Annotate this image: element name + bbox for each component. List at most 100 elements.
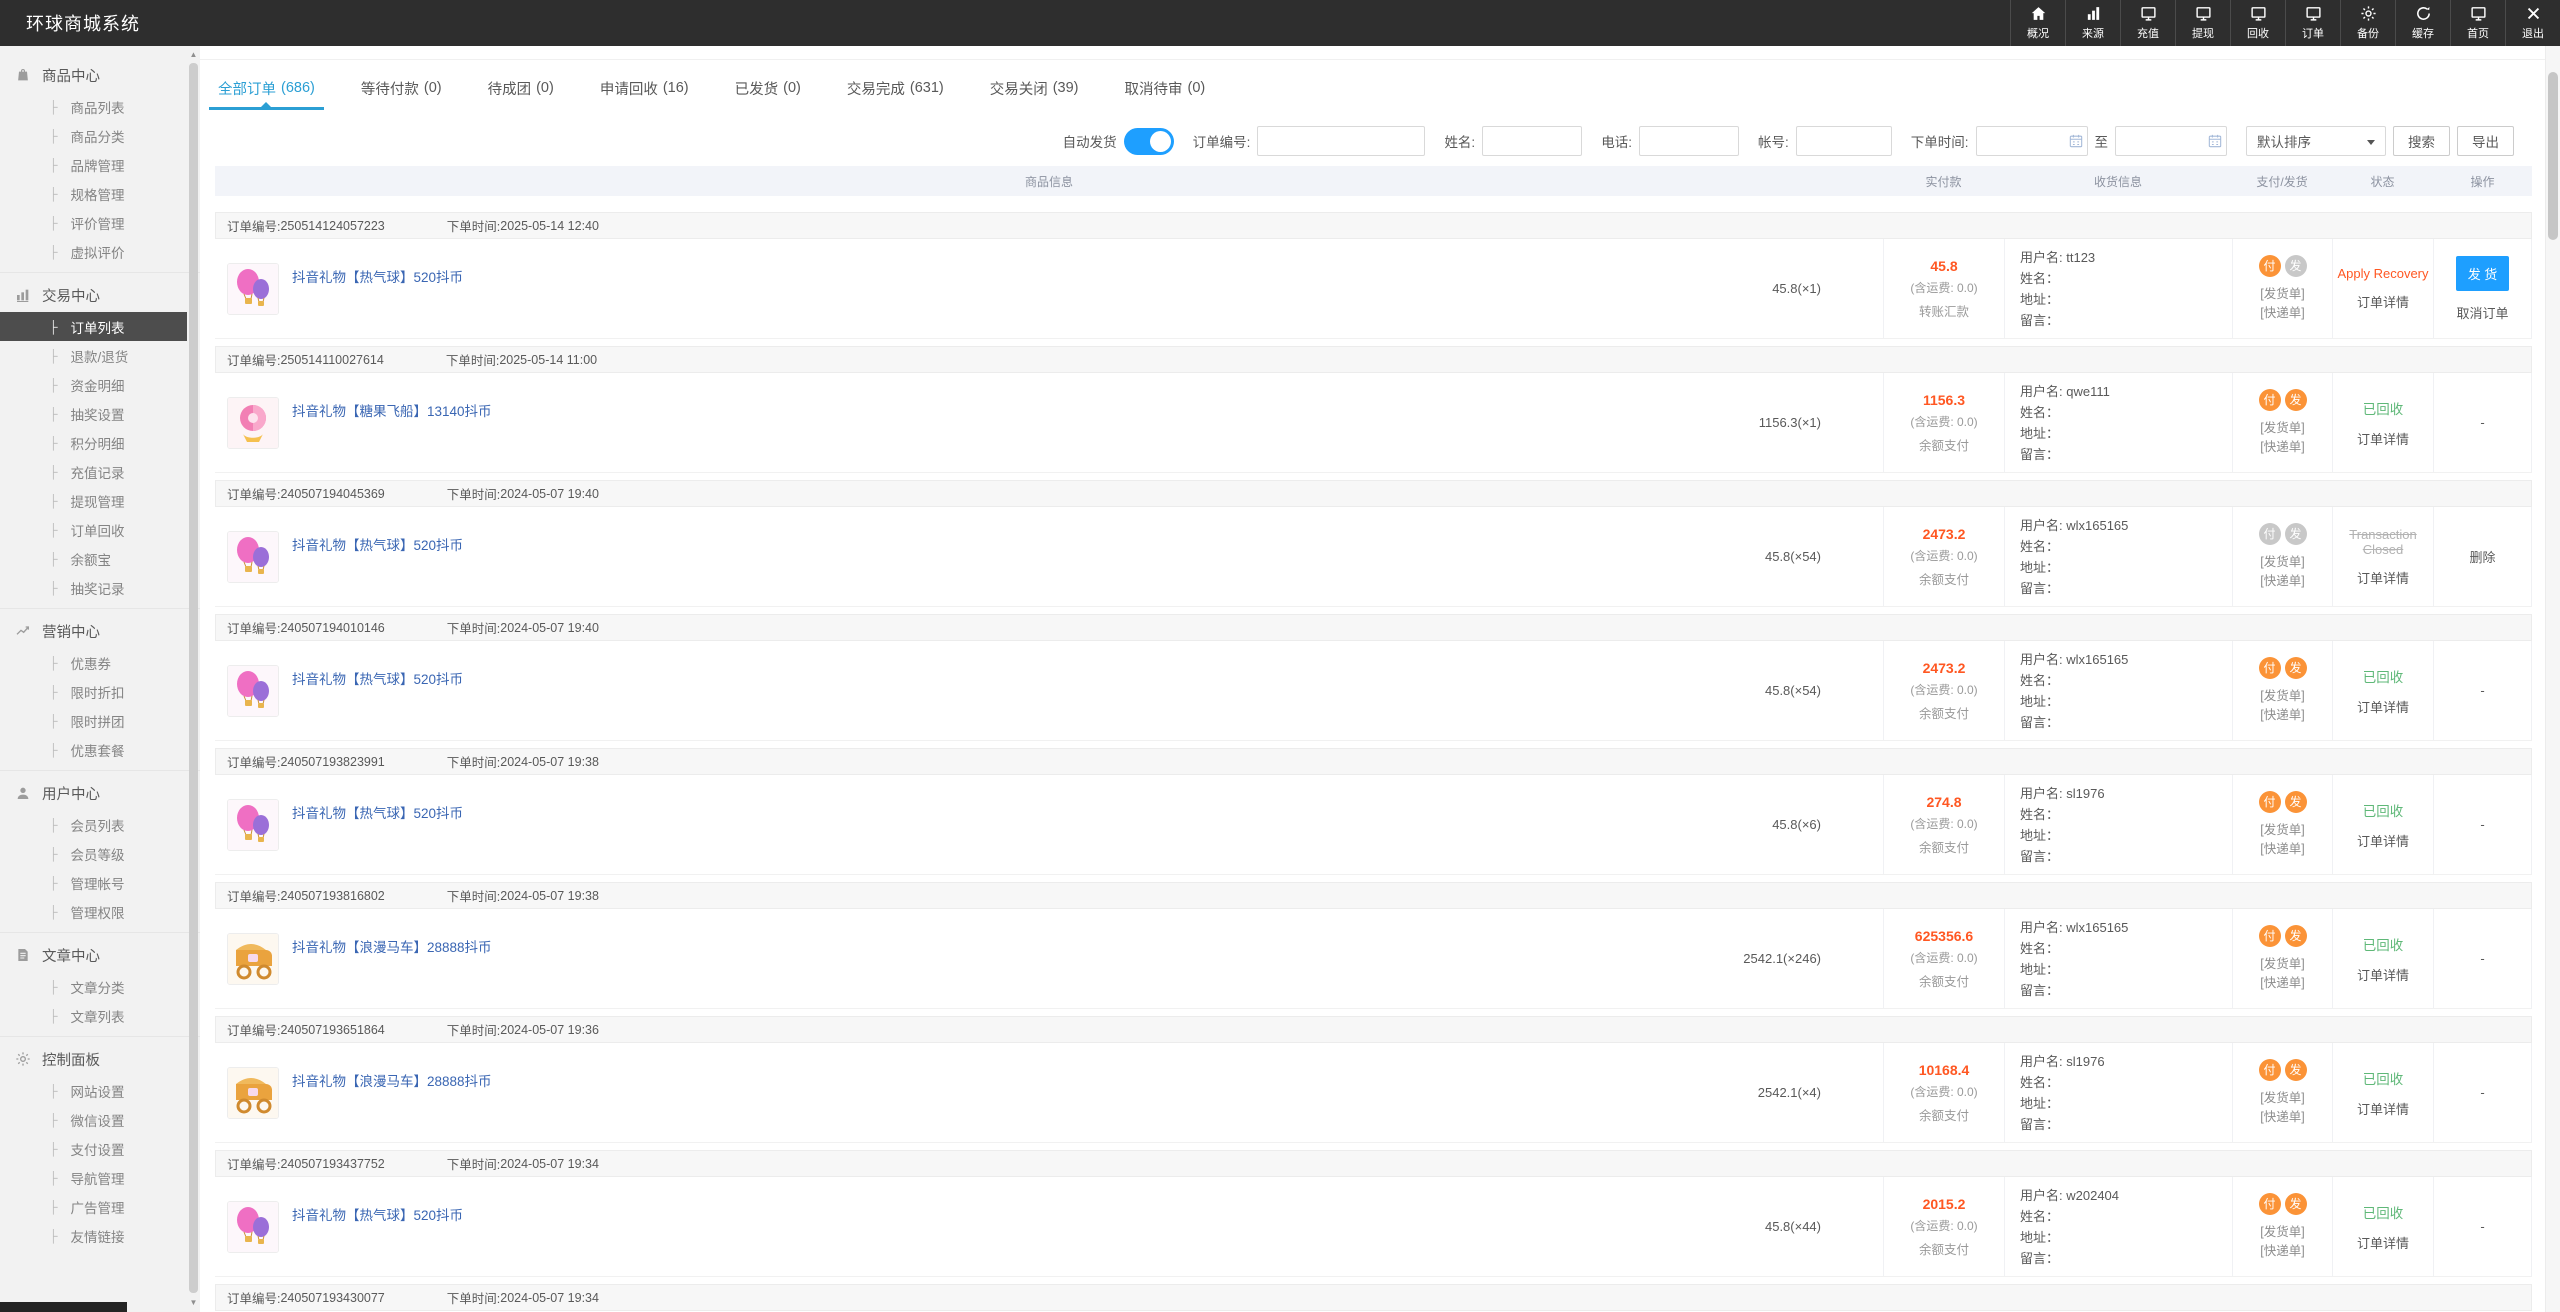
product-image[interactable] — [227, 1067, 279, 1119]
sidebar-scrollbar[interactable]: ▲ ▼ — [187, 46, 200, 1312]
product-image[interactable] — [227, 665, 279, 717]
account-input[interactable] — [1796, 126, 1892, 156]
sidebar-item[interactable]: 导航管理 — [0, 1163, 187, 1192]
express-doc-link[interactable]: [快递单] — [2260, 840, 2304, 859]
product-image[interactable] — [227, 933, 279, 985]
topbar-item[interactable]: 首页 — [2450, 0, 2505, 46]
order-detail-link[interactable]: 订单详情 — [2357, 965, 2409, 984]
order-detail-link[interactable]: 订单详情 — [2357, 1099, 2409, 1118]
sidebar-item[interactable]: 优惠券 — [0, 648, 187, 677]
sidebar-item[interactable]: 积分明细 — [0, 428, 187, 457]
order-tab[interactable]: 全部订单 (686) — [218, 60, 315, 116]
topbar-item[interactable]: 充值 — [2120, 0, 2175, 46]
order-detail-link[interactable]: 订单详情 — [2357, 568, 2409, 587]
sidebar-section-header[interactable]: 控制面板 — [0, 1042, 200, 1076]
sidebar-scroll-thumb[interactable] — [189, 63, 198, 1293]
product-name-link[interactable]: 抖音礼物【热气球】520抖币 — [292, 1204, 463, 1224]
product-image[interactable] — [227, 1201, 279, 1253]
product-name-link[interactable]: 抖音礼物【热气球】520抖币 — [292, 802, 463, 822]
product-image[interactable] — [227, 799, 279, 851]
date-from-input[interactable] — [1976, 126, 2088, 156]
shipping-doc-link[interactable]: [发货单] — [2260, 1223, 2304, 1242]
topbar-item[interactable]: 退出 — [2505, 0, 2560, 46]
sidebar-item[interactable]: 文章列表 — [0, 1001, 187, 1030]
product-name-link[interactable]: 抖音礼物【浪漫马车】28888抖币 — [292, 936, 492, 956]
sidebar-item[interactable]: 限时拼团 — [0, 706, 187, 735]
sidebar-item[interactable]: 订单回收 — [0, 515, 187, 544]
order-no-input[interactable] — [1257, 126, 1425, 156]
sidebar-item[interactable]: 虚拟评价 — [0, 237, 187, 266]
express-doc-link[interactable]: [快递单] — [2260, 974, 2304, 993]
shipping-doc-link[interactable]: [发货单] — [2260, 419, 2304, 438]
sidebar-item[interactable]: 限时折扣 — [0, 677, 187, 706]
sidebar-item[interactable]: 评价管理 — [0, 208, 187, 237]
order-detail-link[interactable]: 订单详情 — [2357, 429, 2409, 448]
date-to-input[interactable] — [2115, 126, 2227, 156]
sidebar-item[interactable]: 商品分类 — [0, 121, 187, 150]
product-name-link[interactable]: 抖音礼物【热气球】520抖币 — [292, 266, 463, 286]
shipping-doc-link[interactable]: [发货单] — [2260, 1089, 2304, 1108]
order-tab[interactable]: 取消待审 (0) — [1125, 60, 1206, 116]
name-input[interactable] — [1482, 126, 1582, 156]
order-tab[interactable]: 等待付款 (0) — [361, 60, 442, 116]
express-doc-link[interactable]: [快递单] — [2260, 304, 2304, 323]
express-doc-link[interactable]: [快递单] — [2260, 572, 2304, 591]
sort-select[interactable]: 默认排序 — [2246, 126, 2386, 156]
delete-link[interactable]: 删除 — [2469, 547, 2495, 566]
topbar-item[interactable]: 概况 — [2010, 0, 2065, 46]
express-doc-link[interactable]: [快递单] — [2260, 1108, 2304, 1127]
order-tab[interactable]: 待成团 (0) — [488, 60, 554, 116]
shipping-doc-link[interactable]: [发货单] — [2260, 285, 2304, 304]
order-detail-link[interactable]: 订单详情 — [2357, 292, 2409, 311]
order-tab[interactable]: 申请回收 (16) — [600, 60, 689, 116]
product-image[interactable] — [227, 263, 279, 315]
shipping-doc-link[interactable]: [发货单] — [2260, 687, 2304, 706]
order-tab[interactable]: 交易关闭 (39) — [990, 60, 1079, 116]
shipping-doc-link[interactable]: [发货单] — [2260, 955, 2304, 974]
topbar-item[interactable]: 来源 — [2065, 0, 2120, 46]
topbar-item[interactable]: 回收 — [2230, 0, 2285, 46]
sidebar-section-header[interactable]: 文章中心 — [0, 938, 200, 972]
sidebar-item[interactable]: 退款/退货 — [0, 341, 187, 370]
search-button[interactable]: 搜索 — [2393, 126, 2450, 156]
express-doc-link[interactable]: [快递单] — [2260, 706, 2304, 725]
sidebar-item[interactable]: 管理权限 — [0, 897, 187, 926]
express-doc-link[interactable]: [快递单] — [2260, 438, 2304, 457]
topbar-item[interactable]: 备份 — [2340, 0, 2395, 46]
sidebar-item[interactable]: 余额宝 — [0, 544, 187, 573]
order-detail-link[interactable]: 订单详情 — [2357, 697, 2409, 716]
auto-ship-toggle[interactable] — [1124, 128, 1174, 155]
ship-button[interactable]: 发 货 — [2456, 256, 2510, 291]
topbar-item[interactable]: 提现 — [2175, 0, 2230, 46]
sidebar-section-header[interactable]: 营销中心 — [0, 614, 200, 648]
order-tab[interactable]: 交易完成 (631) — [847, 60, 944, 116]
product-name-link[interactable]: 抖音礼物【糖果飞船】13140抖币 — [292, 400, 492, 420]
shipping-doc-link[interactable]: [发货单] — [2260, 553, 2304, 572]
cancel-order-link[interactable]: 取消订单 — [2456, 303, 2508, 322]
sidebar-item[interactable]: 品牌管理 — [0, 150, 187, 179]
sidebar-item[interactable]: 优惠套餐 — [0, 735, 187, 764]
export-button[interactable]: 导出 — [2457, 126, 2514, 156]
sidebar-item[interactable]: 友情链接 — [0, 1221, 187, 1250]
sidebar-section-header[interactable]: 用户中心 — [0, 776, 200, 810]
sidebar-item[interactable]: 抽奖设置 — [0, 399, 187, 428]
sidebar-section-header[interactable]: 商品中心 — [0, 58, 200, 92]
sidebar-item[interactable]: 订单列表 — [0, 312, 187, 341]
scroll-down-icon[interactable]: ▼ — [187, 1297, 200, 1309]
product-name-link[interactable]: 抖音礼物【浪漫马车】28888抖币 — [292, 1070, 492, 1090]
topbar-item[interactable]: 缓存 — [2395, 0, 2450, 46]
page-scrollbar[interactable] — [2545, 46, 2560, 1312]
sidebar-item[interactable]: 规格管理 — [0, 179, 187, 208]
sidebar-item[interactable]: 提现管理 — [0, 486, 187, 515]
shipping-doc-link[interactable]: [发货单] — [2260, 821, 2304, 840]
product-name-link[interactable]: 抖音礼物【热气球】520抖币 — [292, 668, 463, 688]
sidebar-item[interactable]: 网站设置 — [0, 1076, 187, 1105]
product-image[interactable] — [227, 397, 279, 449]
order-detail-link[interactable]: 订单详情 — [2357, 1233, 2409, 1252]
sidebar-item[interactable]: 资金明细 — [0, 370, 187, 399]
page-scroll-thumb[interactable] — [2548, 72, 2558, 240]
phone-input[interactable] — [1639, 126, 1739, 156]
sidebar-item[interactable]: 支付设置 — [0, 1134, 187, 1163]
sidebar-item[interactable]: 充值记录 — [0, 457, 187, 486]
express-doc-link[interactable]: [快递单] — [2260, 1242, 2304, 1261]
